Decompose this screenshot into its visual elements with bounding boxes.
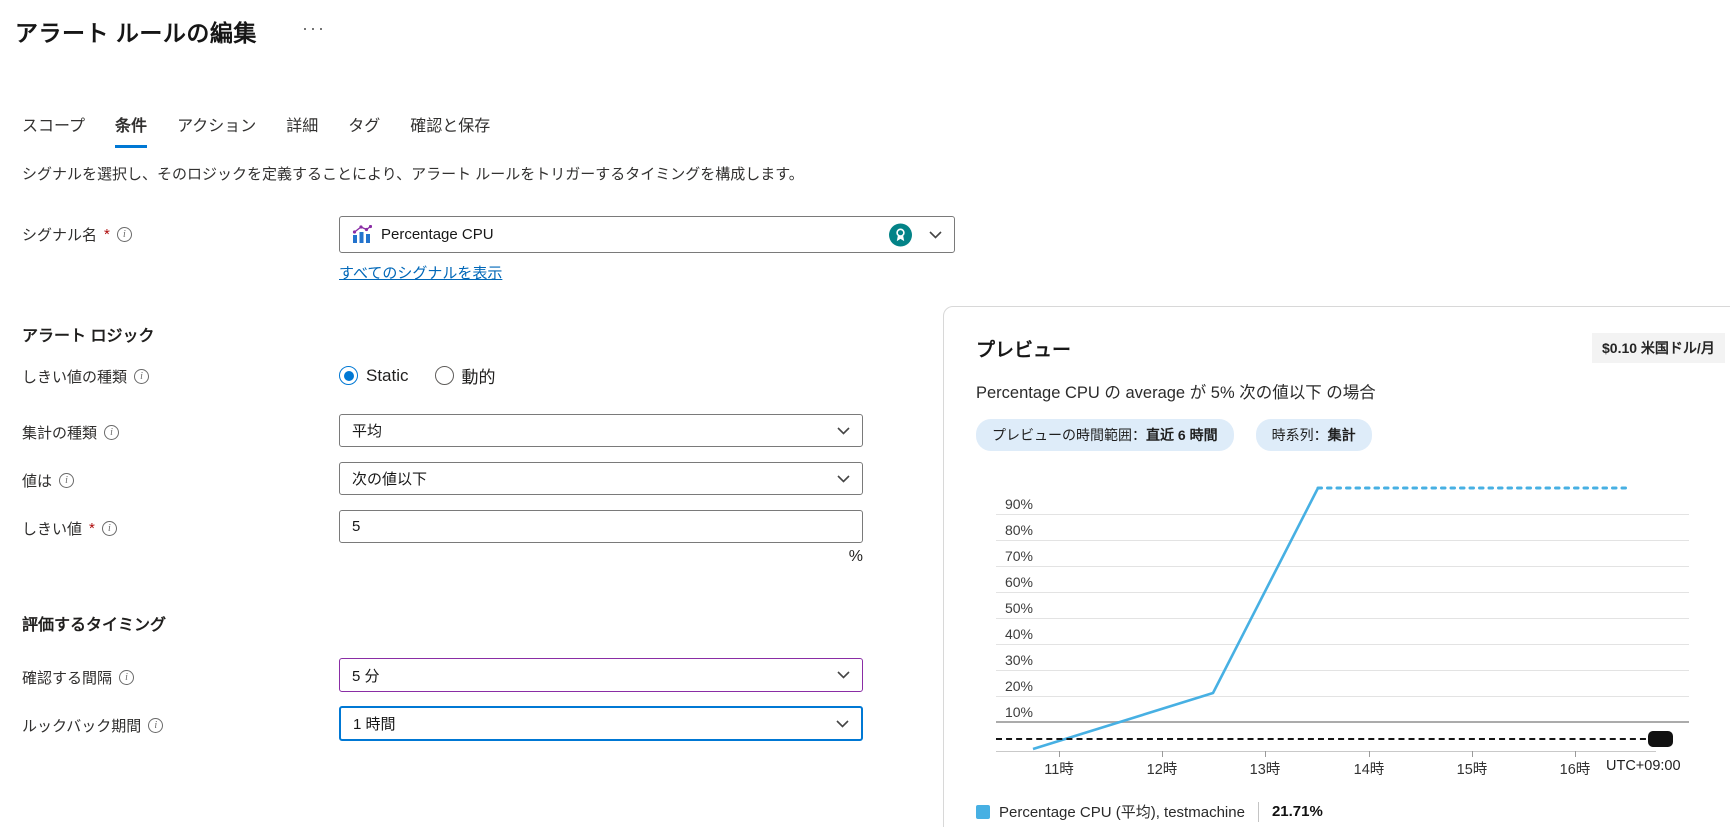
- lookback-dropdown[interactable]: 1 時間: [339, 706, 863, 741]
- more-menu-ellipsis-icon[interactable]: ···: [302, 18, 326, 39]
- info-icon[interactable]: i: [104, 425, 119, 440]
- time-range-pill-value: 直近 6 時間: [1146, 427, 1218, 443]
- threshold-type-label: しきい値の種類 i: [22, 366, 149, 387]
- preview-title: プレビュー: [976, 335, 1071, 362]
- alert-logic-heading: アラート ロジック: [22, 322, 154, 346]
- chevron-down-icon[interactable]: [837, 474, 850, 483]
- preview-card: プレビュー $0.10 米国ドル/月 Percentage CPU の aver…: [943, 306, 1730, 827]
- chevron-down-icon[interactable]: [837, 426, 850, 435]
- evaluation-timing-heading: 評価するタイミング: [22, 611, 166, 635]
- tab-review-save[interactable]: 確認と保存: [410, 112, 490, 148]
- radio-option-static[interactable]: Static: [339, 366, 409, 386]
- tab-actions[interactable]: アクション: [177, 112, 256, 148]
- aggregation-value: 平均: [352, 420, 382, 441]
- aggregation-label-text: 集計の種類: [22, 422, 97, 443]
- chevron-down-icon[interactable]: [837, 671, 850, 680]
- timezone-label: UTC+09:00: [1606, 758, 1681, 774]
- condition-summary: Percentage CPU の average が 5% 次の値以下 の場合: [976, 379, 1376, 403]
- x-axis-tick-label: 11時: [1024, 758, 1094, 779]
- frequency-value: 5 分: [352, 665, 380, 686]
- series-pill: 時系列：集計: [1256, 419, 1372, 451]
- operator-value: 次の値以下: [352, 468, 427, 489]
- threshold-drag-handle[interactable]: [1648, 731, 1673, 747]
- threshold-line: [996, 738, 1656, 740]
- operator-dropdown[interactable]: 次の値以下: [339, 462, 863, 495]
- legend-series-label: Percentage CPU (平均), testmachine: [999, 801, 1245, 822]
- series-pill-value: 集計: [1328, 427, 1356, 443]
- x-axis-tick-label: 15時: [1437, 758, 1507, 779]
- tab-condition[interactable]: 条件: [115, 112, 147, 148]
- x-axis-tick: [1472, 751, 1473, 757]
- threshold-unit: %: [800, 548, 863, 566]
- time-range-pill-label: プレビューの時間範囲：: [992, 427, 1146, 443]
- threshold-input[interactable]: [339, 510, 863, 543]
- threshold-type-radio-group: Static 動的: [339, 363, 496, 388]
- required-asterisk: *: [89, 520, 95, 537]
- legend-divider: [1258, 802, 1259, 822]
- operator-label: 値は i: [22, 470, 74, 491]
- tab-tags[interactable]: タグ: [348, 112, 380, 148]
- legend-current-value: 21.71%: [1272, 803, 1323, 820]
- radio-unselected-icon[interactable]: [435, 366, 454, 385]
- lookback-value: 1 時間: [353, 713, 396, 734]
- legend-swatch-icon: [976, 805, 990, 819]
- signal-name-label-text: シグナル名: [22, 224, 97, 245]
- intro-text: シグナルを選択し、そのロジックを定義することにより、アラート ルールをトリガーす…: [22, 163, 804, 184]
- series-pill-label: 時系列：: [1272, 427, 1328, 443]
- time-range-pill: プレビューの時間範囲：直近 6 時間: [976, 419, 1234, 451]
- tab-scope[interactable]: スコープ: [22, 112, 85, 148]
- frequency-dropdown[interactable]: 5 分: [339, 658, 863, 692]
- tab-bar: スコープ 条件 アクション 詳細 タグ 確認と保存: [22, 112, 490, 148]
- info-icon[interactable]: i: [59, 473, 74, 488]
- aggregation-label: 集計の種類 i: [22, 422, 119, 443]
- chart-legend: Percentage CPU (平均), testmachine 21.71%: [976, 801, 1323, 822]
- recommended-signal-badge-icon: [889, 223, 912, 246]
- radio-option-dynamic[interactable]: 動的: [435, 363, 496, 388]
- info-icon[interactable]: i: [119, 670, 134, 685]
- x-axis-tick: [1575, 751, 1576, 757]
- operator-label-text: 値は: [22, 470, 52, 491]
- chevron-down-icon[interactable]: [836, 719, 849, 728]
- x-axis-tick-label: 13時: [1230, 758, 1300, 779]
- required-asterisk: *: [104, 226, 110, 243]
- threshold-type-label-text: しきい値の種類: [22, 366, 127, 387]
- chevron-down-icon[interactable]: [929, 230, 942, 239]
- info-icon[interactable]: i: [134, 369, 149, 384]
- info-icon[interactable]: i: [102, 521, 117, 536]
- page-title: アラート ルールの編集: [15, 14, 257, 48]
- x-axis-tick: [1162, 751, 1163, 757]
- info-icon[interactable]: i: [117, 227, 132, 242]
- signal-name-label: シグナル名 * i: [22, 224, 132, 245]
- show-all-signals-link[interactable]: すべてのシグナルを表示: [339, 262, 502, 283]
- radio-static-label: Static: [366, 366, 409, 386]
- radio-dynamic-label: 動的: [462, 363, 496, 388]
- metric-chart-icon: [352, 225, 372, 244]
- frequency-label-text: 確認する間隔: [22, 667, 112, 688]
- lookback-label-text: ルックバック期間: [22, 715, 141, 736]
- frequency-label: 確認する間隔 i: [22, 667, 134, 688]
- aggregation-dropdown[interactable]: 平均: [339, 414, 863, 447]
- x-axis-line: [996, 751, 1656, 752]
- x-axis-tick: [1265, 751, 1266, 757]
- lookback-label: ルックバック期間 i: [22, 715, 163, 736]
- signal-combobox[interactable]: Percentage CPU: [339, 216, 955, 253]
- threshold-value-label: しきい値 * i: [22, 518, 117, 539]
- x-axis-tick-label: 16時: [1540, 758, 1610, 779]
- tab-details[interactable]: 詳細: [286, 112, 318, 148]
- price-badge: $0.10 米国ドル/月: [1592, 333, 1725, 363]
- cpu-series-line: [996, 467, 1696, 767]
- x-axis-tick: [1369, 751, 1370, 757]
- x-axis-tick-label: 12時: [1127, 758, 1197, 779]
- radio-selected-icon[interactable]: [339, 366, 358, 385]
- info-icon[interactable]: i: [148, 718, 163, 733]
- threshold-value-label-text: しきい値: [22, 518, 82, 539]
- x-axis-tick: [1059, 751, 1060, 757]
- x-axis-tick-label: 14時: [1334, 758, 1404, 779]
- signal-combobox-value: Percentage CPU: [381, 226, 494, 243]
- alert-rule-edit-page: アラート ルールの編集 ··· スコープ 条件 アクション 詳細 タグ 確認と保…: [0, 0, 1730, 827]
- preview-pills: プレビューの時間範囲：直近 6 時間 時系列：集計: [976, 419, 1372, 451]
